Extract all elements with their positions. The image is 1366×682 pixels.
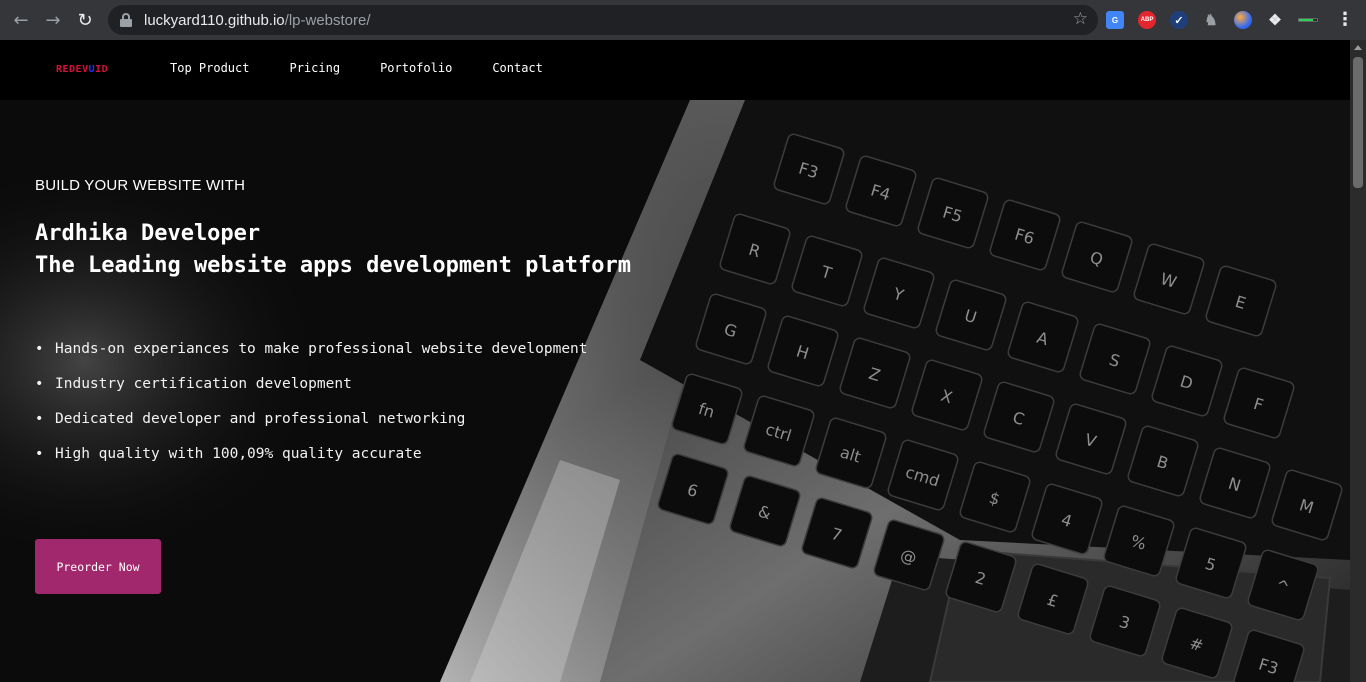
browser-toolbar: ← → ↻ luckyard110.github.io/lp-webstore/… (0, 0, 1366, 40)
preorder-now-button[interactable]: Preorder Now (35, 539, 161, 594)
feature-item: • Hands-on experiances to make profession… (35, 338, 588, 373)
feature-item: • Industry certification development (35, 373, 588, 408)
extensions-area: G ABP ✓ ♞ ❖ (1106, 8, 1334, 32)
lock-icon[interactable] (120, 13, 132, 27)
google-translate-icon[interactable]: G (1106, 11, 1124, 29)
back-arrow-icon[interactable]: ← (5, 4, 37, 36)
bullet-icon: • (35, 341, 44, 357)
battery-icon[interactable] (1298, 15, 1320, 25)
feature-item: • High quality with 100,09% quality accur… (35, 443, 588, 478)
scrollbar-thumb[interactable] (1353, 57, 1363, 188)
forward-arrow-icon[interactable]: → (37, 4, 69, 36)
nav-top-product[interactable]: Top Product (170, 61, 249, 75)
scroll-up-arrow-icon[interactable] (1354, 45, 1362, 50)
page-scrollbar[interactable] (1350, 40, 1366, 682)
page-viewport: REDEVUID Top Product Pricing Portofolio … (0, 40, 1366, 682)
hero-section: F3 F4 F5 F6 Q W E R T Y U A S D F G H Z X C V B N Mfn ctrl alt cmd… (0, 100, 1350, 682)
check-shield-icon[interactable]: ✓ (1170, 11, 1188, 29)
reload-icon[interactable]: ↻ (69, 4, 101, 36)
more-menu-icon[interactable]: ⋮ (1336, 9, 1354, 30)
extensions-puzzle-icon[interactable]: ❖ (1266, 11, 1284, 29)
site-navbar: REDEVUID Top Product Pricing Portofolio … (0, 40, 1350, 100)
headline-line-2: The Leading website apps development pla… (35, 253, 632, 278)
nav-pricing[interactable]: Pricing (289, 61, 340, 75)
nav-links: Top Product Pricing Portofolio Contact (170, 61, 583, 75)
bullet-icon: • (35, 376, 44, 392)
puzzle-extension-icon[interactable]: ♞ (1202, 11, 1220, 29)
hero-eyebrow: BUILD YOUR WEBSITE WITH (35, 177, 246, 194)
site-logo[interactable]: REDEVUID (56, 64, 108, 75)
address-bar[interactable]: luckyard110.github.io/lp-webstore/ ☆ (108, 5, 1098, 35)
feature-list: • Hands-on experiances to make profession… (35, 338, 588, 478)
adblock-plus-icon[interactable]: ABP (1138, 11, 1156, 29)
url-host: luckyard110.github.io (144, 11, 285, 29)
bullet-icon: • (35, 446, 44, 462)
globe-icon[interactable] (1234, 11, 1252, 29)
bookmark-star-icon[interactable]: ☆ (1073, 9, 1088, 29)
headline-line-1: Ardhika Developer (35, 221, 261, 246)
nav-portofolio[interactable]: Portofolio (380, 61, 452, 75)
url-path: /lp-webstore/ (284, 11, 371, 29)
nav-contact[interactable]: Contact (492, 61, 543, 75)
bullet-icon: • (35, 411, 44, 427)
hero-headline: Ardhika Developer The Leading website ap… (35, 218, 631, 282)
feature-item: • Dedicated developer and professional ne… (35, 408, 588, 443)
